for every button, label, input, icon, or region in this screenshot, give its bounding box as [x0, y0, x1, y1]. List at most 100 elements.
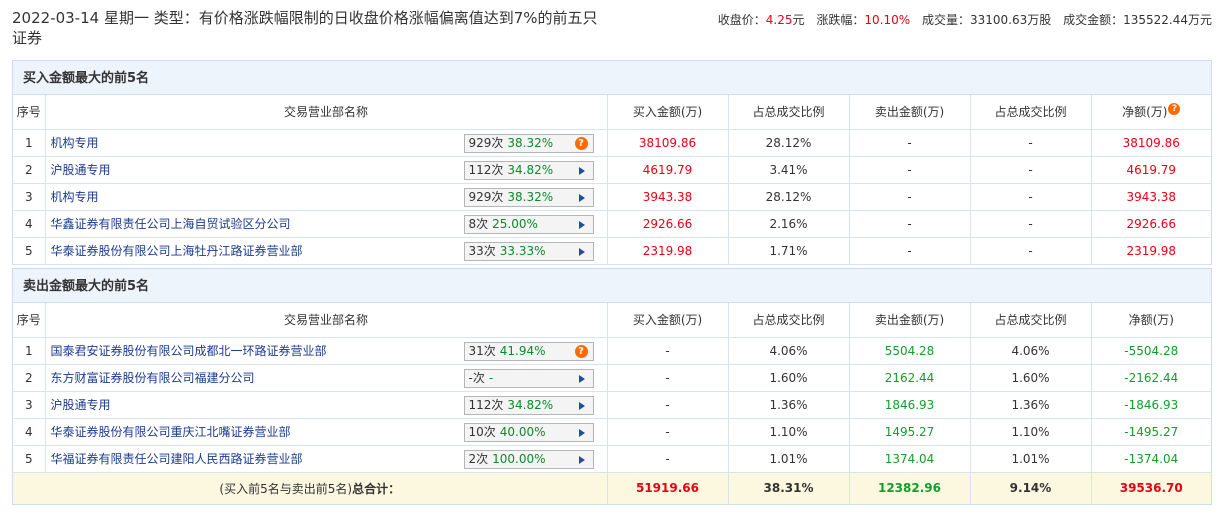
- dept-history-button[interactable]: -次 -: [463, 368, 594, 388]
- dept-name-link[interactable]: 国泰君安证券股份有限公司成都北一环路证券营业部: [51, 344, 327, 358]
- dept-history-button[interactable]: 33次 33.33%: [463, 241, 594, 261]
- net-amount: 2926.66: [1091, 210, 1211, 238]
- success-rate: 40.00%: [499, 424, 546, 439]
- table-row: 5 华泰证券股份有限公司上海牡丹江路证券营业部 33次 33.33% 2319.98 1.…: [13, 237, 1211, 265]
- arrow-right-icon[interactable]: [578, 401, 585, 410]
- amount-value: 135522.44万元: [1123, 13, 1212, 27]
- success-rate: 41.94%: [499, 343, 546, 358]
- table-row: 3 沪股通专用 112次 34.82% -1.36% 1846.93 1.36% -1846.…: [13, 391, 1211, 419]
- buy-ratio: 1.10%: [728, 418, 850, 446]
- arrow-right-icon[interactable]: [578, 166, 585, 175]
- buy-ratio: 4.06%: [728, 337, 850, 365]
- total-buy-ratio: 38.31%: [728, 472, 850, 505]
- change-value: 10.10%: [864, 13, 911, 27]
- success-rate: -: [488, 370, 494, 385]
- row-index: 1: [13, 337, 46, 365]
- net-amount: -1495.27: [1091, 418, 1211, 446]
- question-icon[interactable]: ?: [574, 136, 588, 150]
- buy-ratio: 2.16%: [728, 210, 850, 238]
- success-rate: 38.32%: [507, 135, 554, 150]
- buy-section-title: 买入金额最大的前5名: [13, 60, 1211, 95]
- dept-history-button[interactable]: 2次 100.00%: [463, 449, 594, 469]
- times-count: 33次: [468, 243, 496, 258]
- table-row: 5 华福证券有限责任公司建阳人民西路证券营业部 2次 100.00% -1.01% 137…: [13, 445, 1211, 473]
- net-amount: 38109.86: [1091, 129, 1211, 157]
- buy-amount: 2926.66: [607, 210, 729, 238]
- arrow-right-icon[interactable]: [578, 220, 585, 229]
- sell-amount: -: [849, 183, 971, 211]
- sell-ratio: 1.60%: [970, 364, 1092, 392]
- dept-cell: 沪股通专用 112次 34.82%: [45, 156, 608, 184]
- total-label: (买入前5名与卖出前5名)总合计：: [13, 472, 608, 505]
- success-rate: 33.33%: [499, 243, 546, 258]
- sell-amount: -: [849, 129, 971, 157]
- buy-amount: -: [607, 445, 729, 473]
- times-count: 8次: [468, 216, 489, 231]
- dept-name-link[interactable]: 机构专用: [51, 136, 99, 150]
- help-icon[interactable]: ?: [1168, 103, 1181, 116]
- arrow-right-icon[interactable]: [578, 455, 585, 464]
- total-label-bold: 总合计：: [352, 481, 401, 496]
- buy-ratio: 1.71%: [728, 237, 850, 265]
- col-buy: 买入金额(万): [607, 95, 729, 130]
- sell-ratio: -: [970, 210, 1092, 238]
- volume-label: 成交量：: [921, 13, 970, 27]
- times-count: 929次: [468, 189, 504, 204]
- arrow-right-icon[interactable]: [578, 428, 585, 437]
- dept-name-link[interactable]: 沪股通专用: [51, 398, 111, 412]
- dept-name-link[interactable]: 华泰证券股份有限公司上海牡丹江路证券营业部: [51, 244, 303, 258]
- dept-history-button[interactable]: 10次 40.00%: [463, 422, 594, 442]
- success-rate: 100.00%: [492, 451, 546, 466]
- dept-cell: 华鑫证券有限责任公司上海自贸试验区分公司 8次 25.00%: [45, 210, 608, 238]
- table-row: 1 机构专用 929次 38.32%? 38109.86 28.12% - -38109.86: [13, 129, 1211, 157]
- buy-amount: -: [607, 391, 729, 419]
- dept-history-button[interactable]: 8次 25.00%: [463, 214, 594, 234]
- arrow-right-icon[interactable]: [578, 374, 585, 383]
- row-index: 3: [13, 391, 46, 419]
- times-count: 10次: [468, 424, 496, 439]
- sell-ratio: 1.01%: [970, 445, 1092, 473]
- dept-name-link[interactable]: 华鑫证券有限责任公司上海自贸试验区分公司: [51, 217, 291, 231]
- row-index: 4: [13, 418, 46, 446]
- dept-cell: 华泰证券股份有限公司重庆江北嘴证券营业部 10次 40.00%: [45, 418, 608, 446]
- col-buy-ratio: 占总成交比例: [728, 95, 850, 130]
- total-net: 39536.70: [1091, 472, 1211, 505]
- net-amount: 3943.38: [1091, 183, 1211, 211]
- header: 2022-03-14 星期一 类型：有价格涨跌幅限制的日收盘价格涨幅偏离值达到7…: [12, 8, 1212, 52]
- col-index: 序号: [13, 303, 46, 338]
- dept-name-link[interactable]: 东方财富证券股份有限公司福建分公司: [51, 371, 255, 385]
- sell-amount: 1374.04: [849, 445, 971, 473]
- dept-name-link[interactable]: 华泰证券股份有限公司重庆江北嘴证券营业部: [51, 425, 291, 439]
- arrow-right-icon[interactable]: [578, 193, 585, 202]
- sell-amount: 5504.28: [849, 337, 971, 365]
- sell-ratio: 1.36%: [970, 391, 1092, 419]
- sell-amount: -: [849, 237, 971, 265]
- dept-name-link[interactable]: 华福证券有限责任公司建阳人民西路证券营业部: [51, 452, 303, 466]
- row-index: 3: [13, 183, 46, 211]
- dept-history-button[interactable]: 929次 38.32%: [463, 187, 594, 207]
- table-row: 2 沪股通专用 112次 34.82% 4619.79 3.41% - -4619.79: [13, 156, 1211, 184]
- volume-value: 33100.63万股: [969, 13, 1052, 27]
- dept-history-button[interactable]: 31次 41.94%?: [463, 341, 594, 361]
- col-sell: 卖出金额(万): [849, 95, 971, 130]
- buy-table: 序号 交易营业部名称 买入金额(万) 占总成交比例 卖出金额(万) 占总成交比例…: [13, 95, 1211, 265]
- buy-amount: 2319.98: [607, 237, 729, 265]
- dept-cell: 华泰证券股份有限公司上海牡丹江路证券营业部 33次 33.33%: [45, 237, 608, 265]
- col-dept: 交易营业部名称: [45, 303, 608, 338]
- buy-table-header: 序号 交易营业部名称 买入金额(万) 占总成交比例 卖出金额(万) 占总成交比例…: [13, 95, 1211, 130]
- arrow-right-icon[interactable]: [578, 247, 585, 256]
- dept-history-button[interactable]: 929次 38.32%?: [463, 133, 594, 153]
- table-row: 4 华鑫证券有限责任公司上海自贸试验区分公司 8次 25.00% 2926.66 2.16…: [13, 210, 1211, 238]
- question-icon[interactable]: ?: [574, 344, 588, 358]
- row-index: 1: [13, 129, 46, 157]
- col-dept: 交易营业部名称: [45, 95, 608, 130]
- dept-name-link[interactable]: 机构专用: [51, 190, 99, 204]
- dept-history-button[interactable]: 112次 34.82%: [463, 160, 594, 180]
- table-row: 4 华泰证券股份有限公司重庆江北嘴证券营业部 10次 40.00% -1.10% 1495…: [13, 418, 1211, 446]
- col-buy-ratio: 占总成交比例: [728, 303, 850, 338]
- buy-ratio: 28.12%: [728, 129, 850, 157]
- dept-history-button[interactable]: 112次 34.82%: [463, 395, 594, 415]
- buy-amount: 38109.86: [607, 129, 729, 157]
- total-label-prefix: (买入前5名与卖出前5名): [219, 481, 353, 496]
- dept-name-link[interactable]: 沪股通专用: [51, 163, 111, 177]
